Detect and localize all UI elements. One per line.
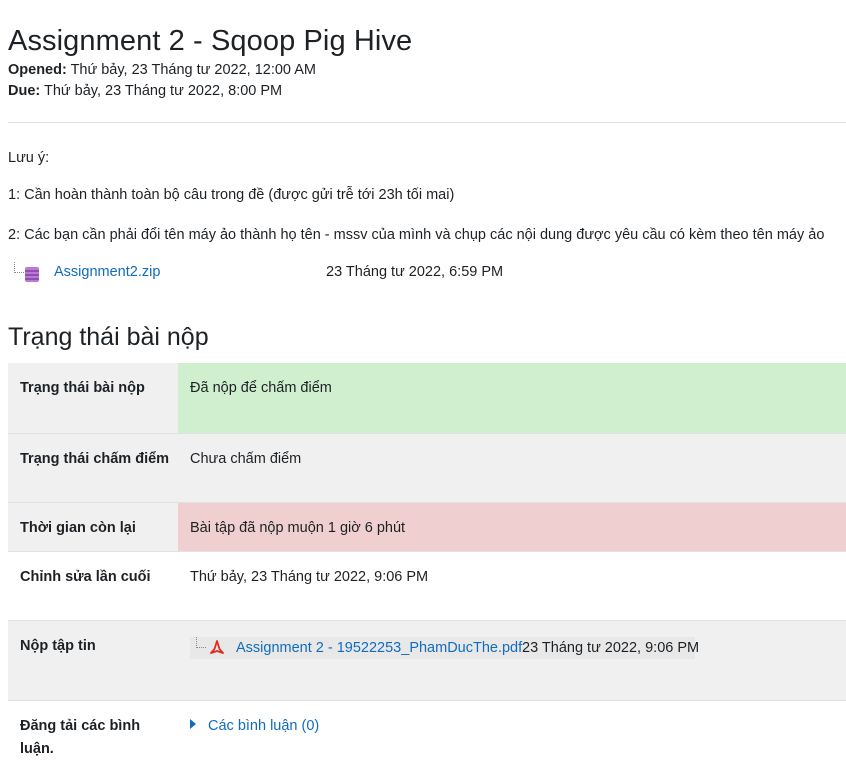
caret-right-icon[interactable] xyxy=(190,718,196,729)
time-remaining-value: Bài tập đã nộp muộn 1 giờ 6 phút xyxy=(178,501,846,551)
submitted-file: Assignment 2 - 19522253_PhamDucThe.pdf 2… xyxy=(190,636,699,660)
comments-cell: Các bình luận (0) xyxy=(178,699,846,774)
opened-value: Thứ bảy, 23 Tháng tư 2022, 12:00 AM xyxy=(66,62,316,78)
opened-label: Opened: xyxy=(8,62,67,78)
intro-note-2: 2: Các bạn cần phải đổi tên máy ảo thành… xyxy=(8,227,825,243)
zip-archive-icon xyxy=(25,267,39,282)
submission-status-table: Trạng thái bài nộp Đã nộp để chấm điểm T… xyxy=(8,363,846,774)
submission-status-value: Đã nộp để chấm điểm xyxy=(178,363,846,433)
row-label: Trạng thái chấm điểm xyxy=(8,432,178,502)
table-row: Đăng tải các bình luận. Các bình luận (0… xyxy=(8,699,846,774)
submitted-file-link[interactable]: Assignment 2 - 19522253_PhamDucThe.pdf xyxy=(236,637,522,660)
dates-block: Opened: Thứ bảy, 23 Tháng tư 2022, 12:00… xyxy=(8,60,316,102)
last-modified-value: Thứ bảy, 23 Tháng tư 2022, 9:06 PM xyxy=(178,550,846,620)
page-title: Assignment 2 - Sqoop Pig Hive xyxy=(8,25,413,58)
attachment-timestamp: 23 Tháng tư 2022, 6:59 PM xyxy=(326,264,504,280)
tree-connector xyxy=(196,636,206,648)
table-row: Thời gian còn lại Bài tập đã nộp muộn 1 … xyxy=(8,501,846,551)
submitted-file-timestamp: 23 Tháng tư 2022, 9:06 PM xyxy=(522,639,700,656)
intro-note-heading: Lưu ý: xyxy=(8,150,50,166)
grading-status-value: Chưa chấm điểm xyxy=(178,432,846,502)
table-row: Trạng thái bài nộp Đã nộp để chấm điểm xyxy=(8,363,846,433)
intro-note-1: 1: Cần hoàn thành toàn bộ câu trong đề (… xyxy=(8,187,455,203)
table-row: Trạng thái chấm điểm Chưa chấm điểm xyxy=(8,432,846,502)
due-label: Due: xyxy=(8,83,41,99)
attachment-link[interactable]: Assignment2.zip xyxy=(54,264,160,280)
row-label: Trạng thái bài nộp xyxy=(20,380,145,396)
row-label: Nộp tập tin xyxy=(8,619,178,700)
row-label: Đăng tải các bình luận. xyxy=(8,699,178,774)
divider xyxy=(8,122,846,123)
opened-line: Opened: Thứ bảy, 23 Tháng tư 2022, 12:00… xyxy=(8,60,316,81)
tree-connector xyxy=(14,262,24,273)
pdf-icon xyxy=(210,639,224,654)
row-label: Chỉnh sửa lần cuối xyxy=(8,550,178,620)
row-label: Thời gian còn lại xyxy=(8,501,178,551)
due-line: Due: Thứ bảy, 23 Tháng tư 2022, 8:00 PM xyxy=(8,81,316,102)
table-row: Nộp tập tin Assignment 2 - 19522253_Pham… xyxy=(8,619,846,700)
file-submissions-cell: Assignment 2 - 19522253_PhamDucThe.pdf 2… xyxy=(178,619,846,700)
intro-attachment: Assignment2.zip 23 Tháng tư 2022, 6:59 P… xyxy=(14,262,514,284)
due-value: Thứ bảy, 23 Tháng tư 2022, 8:00 PM xyxy=(40,83,283,99)
comments-toggle-link[interactable]: Các bình luận (0) xyxy=(208,718,319,734)
table-row: Chỉnh sửa lần cuối Thứ bảy, 23 Tháng tư … xyxy=(8,550,846,620)
submission-status-heading: Trạng thái bài nộp xyxy=(8,322,209,351)
